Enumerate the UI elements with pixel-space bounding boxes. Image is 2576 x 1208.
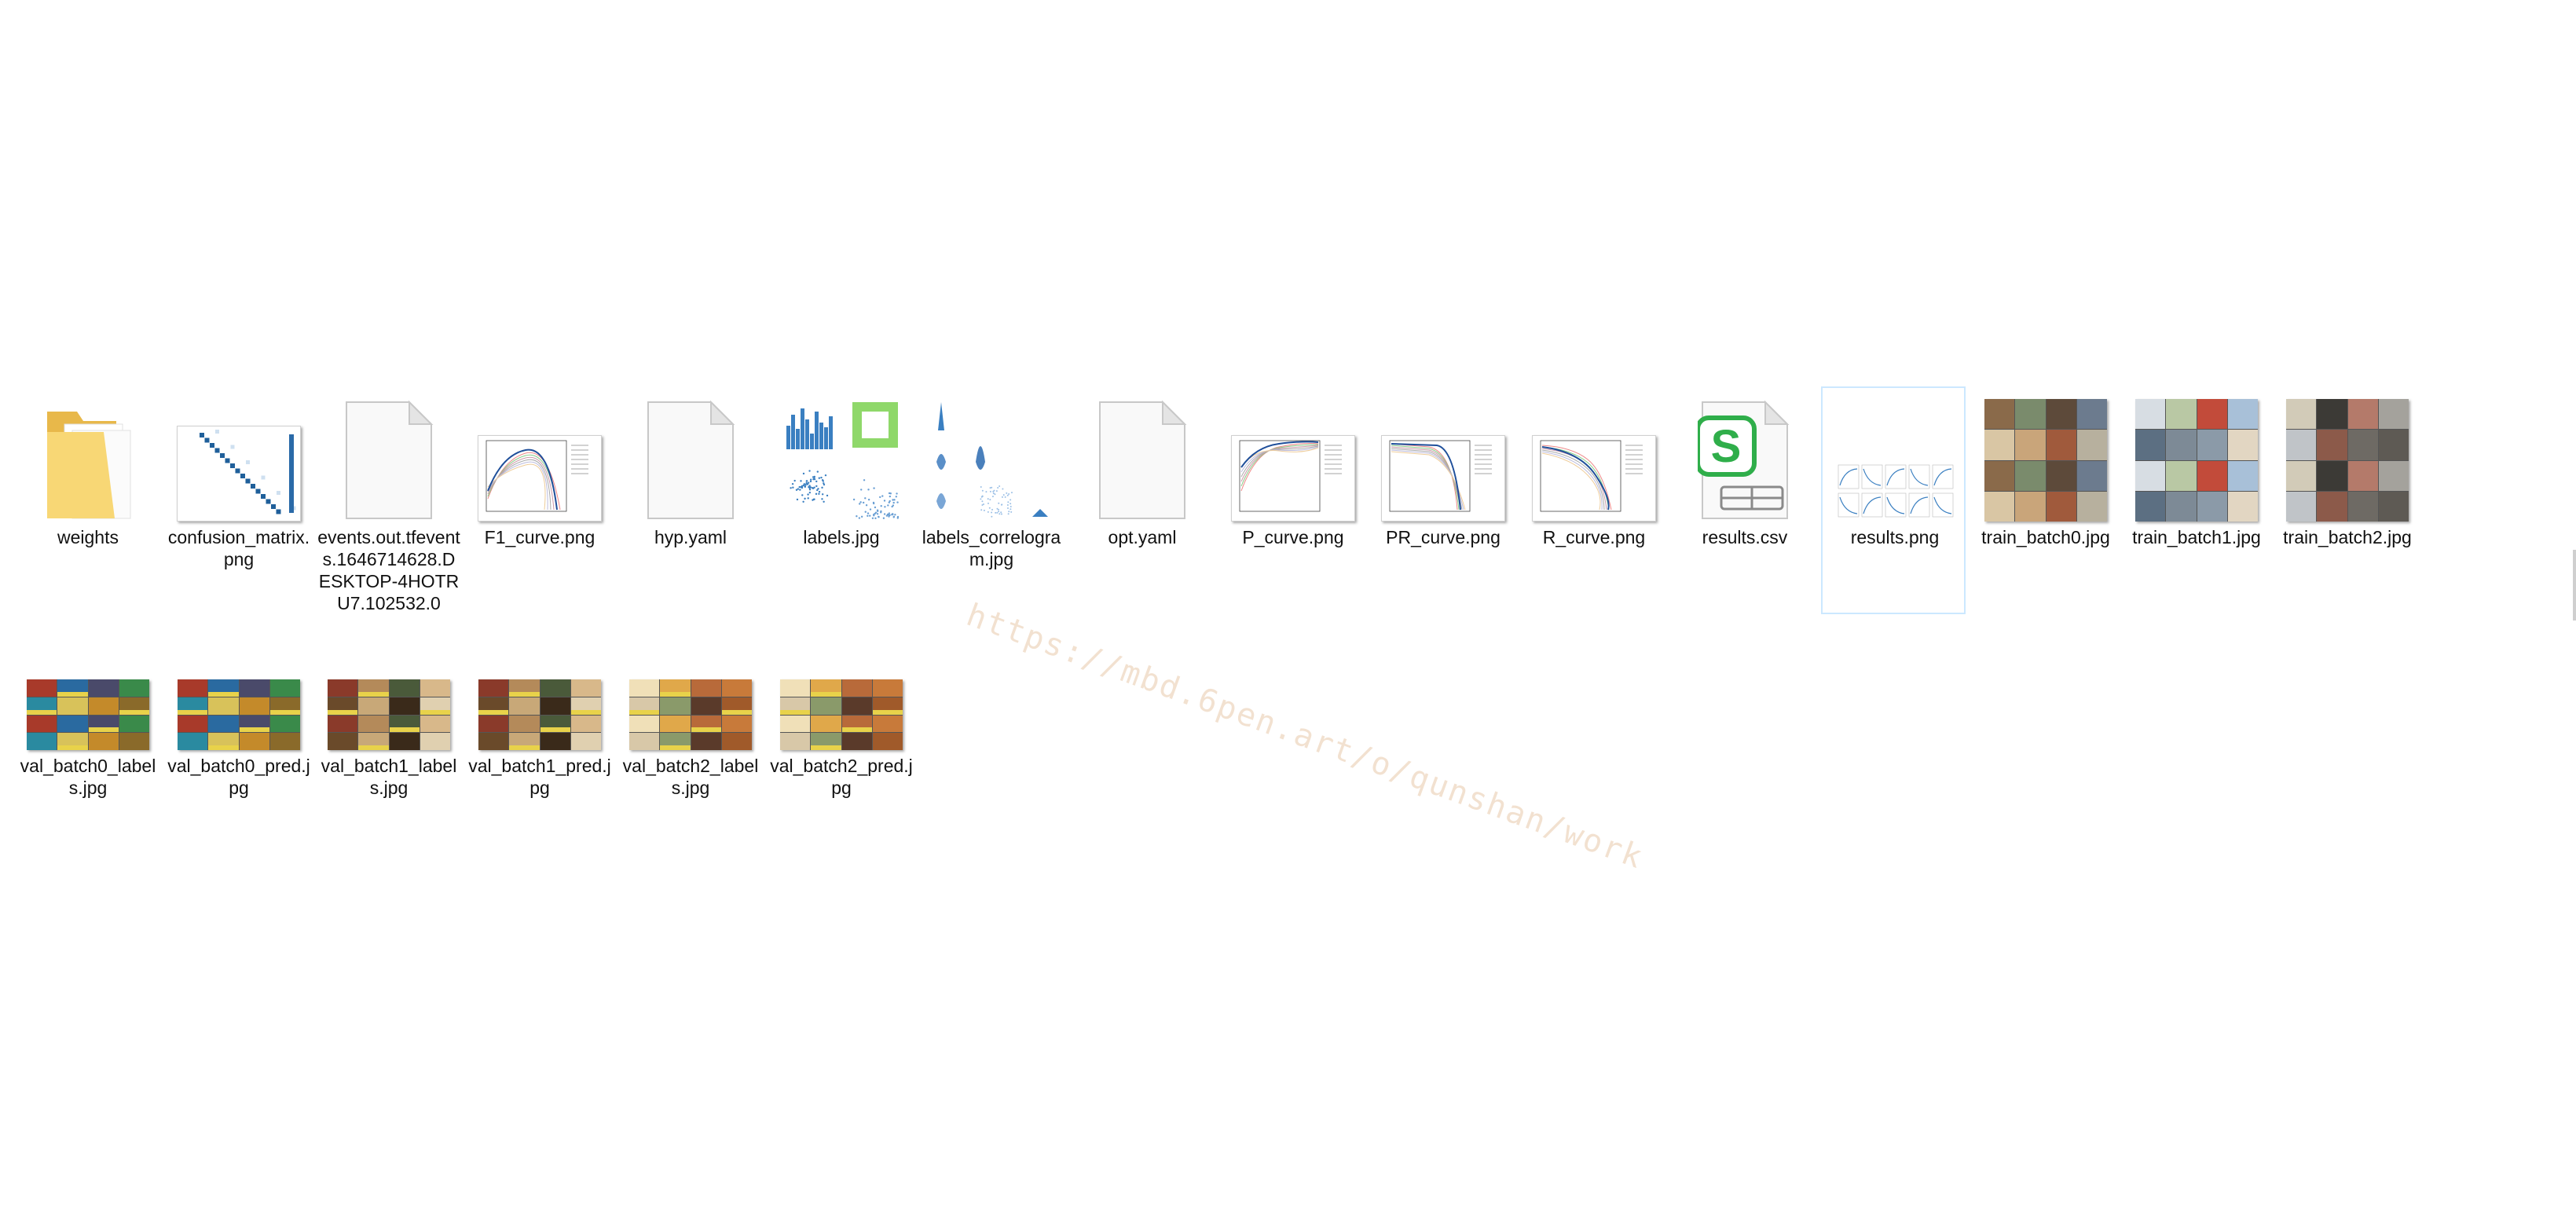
file-item[interactable]: F1_curve.png bbox=[466, 386, 610, 614]
vertical-scrollbar[interactable] bbox=[2573, 550, 2576, 620]
file-item[interactable]: train_batch0.jpg bbox=[1972, 386, 2116, 614]
file-item[interactable]: weights bbox=[14, 386, 159, 614]
file-item[interactable]: train_batch2.jpg bbox=[2274, 386, 2418, 614]
val-batch1-pred-thumbnail bbox=[467, 617, 612, 750]
val-batch2-labels-thumbnail bbox=[618, 617, 763, 750]
confusion-matrix-thumbnail bbox=[167, 388, 311, 522]
file-name-label: results.csv bbox=[1673, 526, 1817, 548]
file-name-label: results.png bbox=[1823, 526, 1967, 548]
file-name-label: hyp.yaml bbox=[618, 526, 763, 548]
val-batch0-pred-thumbnail bbox=[167, 617, 311, 750]
file-name-label: train_batch2.jpg bbox=[2275, 526, 2420, 548]
file-name-label: labels.jpg bbox=[769, 526, 914, 548]
file-item[interactable]: R_curve.png bbox=[1520, 386, 1665, 614]
correlogram-thumbnail bbox=[919, 388, 1064, 522]
file-item[interactable]: val_batch2_labels.jpg bbox=[617, 615, 761, 843]
val-batch1-labels-thumbnail bbox=[317, 617, 461, 750]
val-batch2-pred-thumbnail bbox=[769, 617, 914, 750]
file-name-label: P_curve.png bbox=[1221, 526, 1365, 548]
file-name-label: train_batch0.jpg bbox=[1973, 526, 2118, 548]
train-batch0-thumbnail bbox=[1973, 388, 2118, 522]
file-name-label: R_curve.png bbox=[1522, 526, 1666, 548]
file-item[interactable]: val_batch1_labels.jpg bbox=[315, 615, 460, 843]
file-item[interactable]: labels_correlogram.jpg bbox=[918, 386, 1062, 614]
blank-file-icon bbox=[317, 388, 461, 522]
file-name-label: train_batch1.jpg bbox=[2124, 526, 2269, 548]
file-item[interactable]: confusion_matrix.png bbox=[165, 386, 310, 614]
file-name-label: F1_curve.png bbox=[467, 526, 612, 548]
file-name-label: val_batch1_pred.jpg bbox=[467, 755, 612, 799]
results-thumbnail bbox=[1823, 388, 1967, 522]
p-curve-thumbnail bbox=[1221, 388, 1365, 522]
file-item[interactable]: val_batch1_pred.jpg bbox=[466, 615, 610, 843]
file-item[interactable]: PR_curve.png bbox=[1369, 386, 1514, 614]
file-name-label: events.out.tfevents.1646714628.DESKTOP-4… bbox=[317, 526, 461, 614]
labels-thumbnail bbox=[769, 388, 914, 522]
file-item[interactable]: Sresults.csv bbox=[1671, 386, 1816, 614]
train-batch1-thumbnail bbox=[2124, 388, 2269, 522]
pr-curve-thumbnail bbox=[1371, 388, 1515, 522]
file-item[interactable]: P_curve.png bbox=[1219, 386, 1364, 614]
val-batch0-labels-thumbnail bbox=[16, 617, 160, 750]
train-batch2-thumbnail bbox=[2275, 388, 2420, 522]
f1-curve-thumbnail bbox=[467, 388, 612, 522]
blank-file-icon bbox=[1070, 388, 1215, 522]
file-name-label: val_batch2_labels.jpg bbox=[618, 755, 763, 799]
file-name-label: val_batch0_pred.jpg bbox=[167, 755, 311, 799]
file-item[interactable]: hyp.yaml bbox=[617, 386, 761, 614]
spreadsheet-file-icon: S bbox=[1673, 388, 1817, 522]
r-curve-thumbnail bbox=[1522, 388, 1666, 522]
file-name-label: val_batch1_labels.jpg bbox=[317, 755, 461, 799]
blank-file-icon bbox=[618, 388, 763, 522]
file-name-label: PR_curve.png bbox=[1371, 526, 1515, 548]
file-list-pane[interactable]: weights confusion_matrix.png events.out.tf… bbox=[0, 0, 2576, 1208]
file-name-label: opt.yaml bbox=[1070, 526, 1215, 548]
file-name-label: val_batch2_pred.jpg bbox=[769, 755, 914, 799]
file-name-label: val_batch0_labels.jpg bbox=[16, 755, 160, 799]
file-item[interactable]: train_batch1.jpg bbox=[2123, 386, 2267, 614]
file-name-label: labels_correlogram.jpg bbox=[919, 526, 1064, 570]
folder-icon bbox=[16, 388, 160, 522]
file-name-label: weights bbox=[16, 526, 160, 548]
file-item[interactable]: labels.jpg bbox=[768, 386, 912, 614]
file-item[interactable]: val_batch0_pred.jpg bbox=[165, 615, 310, 843]
svg-text:S: S bbox=[1711, 421, 1742, 472]
file-item[interactable]: results.png bbox=[1821, 386, 1966, 614]
file-item[interactable]: val_batch0_labels.jpg bbox=[14, 615, 159, 843]
file-item[interactable]: events.out.tfevents.1646714628.DESKTOP-4… bbox=[315, 386, 460, 614]
file-item[interactable]: opt.yaml bbox=[1068, 386, 1213, 614]
file-item[interactable]: val_batch2_pred.jpg bbox=[768, 615, 912, 843]
file-name-label: confusion_matrix.png bbox=[167, 526, 311, 570]
